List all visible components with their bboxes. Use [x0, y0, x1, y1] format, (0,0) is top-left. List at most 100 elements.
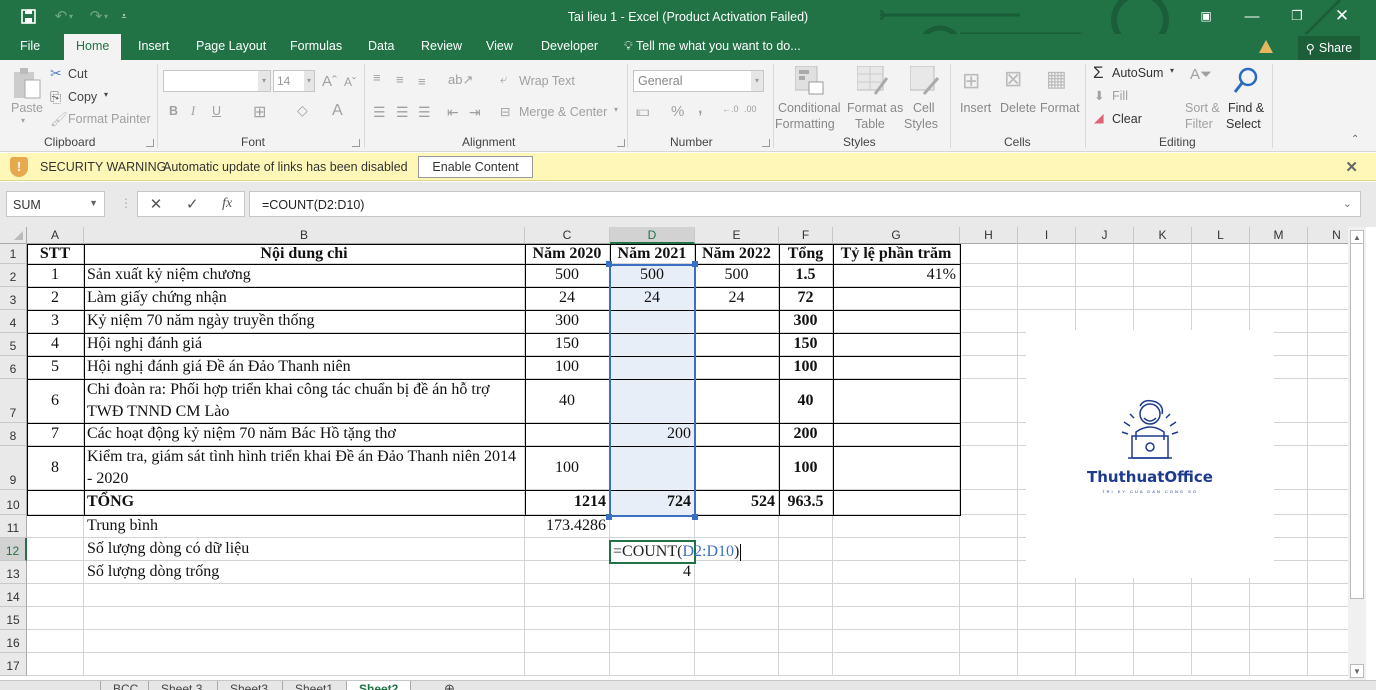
table-cell-y2020[interactable]: 100 — [525, 446, 610, 490]
grid-cell[interactable] — [27, 490, 84, 515]
table-cell-pct[interactable] — [833, 379, 960, 423]
column-header-h[interactable]: H — [960, 227, 1018, 244]
grid-cell[interactable] — [525, 538, 610, 561]
grid-cell[interactable] — [833, 515, 960, 538]
table-cell-total[interactable]: 100 — [779, 446, 833, 490]
table-cell-pct[interactable] — [833, 356, 960, 379]
grid-cell[interactable] — [1192, 244, 1250, 264]
table-header-cell[interactable]: Năm 2022 — [695, 244, 779, 264]
grid-cell[interactable] — [1308, 379, 1348, 423]
table-cell-stt[interactable]: 3 — [27, 310, 84, 333]
grid-cell[interactable] — [27, 607, 84, 630]
grid-cell[interactable] — [1076, 607, 1134, 630]
table-cell-stt[interactable]: 8 — [27, 446, 84, 490]
grid-cell[interactable] — [779, 515, 833, 538]
table-cell-total[interactable]: 300 — [779, 310, 833, 333]
tab-data[interactable]: Data — [366, 34, 396, 60]
table-header-cell[interactable]: Tổng — [779, 244, 833, 264]
table-cell-total[interactable]: 72 — [779, 287, 833, 310]
table-cell-y2020[interactable]: 150 — [525, 333, 610, 356]
grid-cell[interactable] — [960, 490, 1018, 515]
grid-cell[interactable] — [525, 584, 610, 607]
selection-handle[interactable] — [606, 261, 612, 267]
table-cell-content[interactable]: Làm giấy chứng nhận — [84, 287, 525, 310]
table-cell-y2021[interactable]: 500 — [610, 264, 695, 287]
grid-cell[interactable] — [1076, 630, 1134, 653]
grid-cell[interactable] — [1192, 584, 1250, 607]
grid-cell[interactable] — [695, 515, 779, 538]
table-cell-total[interactable]: 100 — [779, 356, 833, 379]
table-cell-stt[interactable]: 6 — [27, 379, 84, 423]
grid-cell[interactable] — [1308, 446, 1348, 490]
tab-formulas[interactable]: Formulas — [288, 34, 344, 60]
row-header-17[interactable]: 17 — [0, 653, 27, 676]
grid-cell[interactable] — [695, 607, 779, 630]
table-cell-y2022[interactable] — [695, 379, 779, 423]
grid-cell[interactable] — [833, 584, 960, 607]
table-cell-pct[interactable]: 41% — [833, 264, 960, 287]
number-format-select[interactable]: General ▾ — [633, 70, 764, 92]
tab-developer[interactable]: Developer — [539, 34, 600, 60]
italic-button[interactable]: I — [191, 104, 195, 119]
grid-cell[interactable] — [1018, 653, 1076, 676]
grid-cell[interactable] — [1308, 264, 1348, 287]
table-cell-y2020[interactable] — [525, 423, 610, 446]
grid-cell[interactable] — [960, 653, 1018, 676]
grid-cell[interactable] — [833, 653, 960, 676]
total-row-label[interactable]: TỔNG — [84, 490, 525, 515]
sheet-tab-sheet-3[interactable]: Sheet 3 — [148, 681, 214, 690]
grid-cell[interactable] — [610, 607, 695, 630]
grid-cell[interactable] — [695, 561, 779, 584]
grid-cell[interactable] — [960, 515, 1018, 538]
grid-cell[interactable] — [1250, 244, 1308, 264]
grid-cell[interactable] — [610, 515, 695, 538]
grid-cell[interactable] — [1192, 607, 1250, 630]
grid-cell[interactable] — [1308, 630, 1348, 653]
table-header-cell[interactable]: Tỷ lệ phần trăm — [833, 244, 960, 264]
decrease-indent-icon[interactable]: ⇤ — [447, 104, 459, 121]
grid-cell[interactable] — [610, 653, 695, 676]
table-header-cell[interactable]: Nội dung chi — [84, 244, 525, 264]
column-header-k[interactable]: K — [1134, 227, 1192, 244]
row-header-10[interactable]: 10 — [0, 490, 27, 515]
table-cell-y2021[interactable] — [610, 333, 695, 356]
column-header-j[interactable]: J — [1076, 227, 1134, 244]
grid-cell[interactable] — [1308, 310, 1348, 333]
grid-cell[interactable] — [833, 490, 960, 515]
orientation-icon[interactable]: ab↗ — [448, 72, 473, 88]
table-cell-y2021[interactable] — [610, 310, 695, 333]
grid-cell[interactable] — [960, 446, 1018, 490]
row-header-3[interactable]: 3 — [0, 287, 27, 310]
increase-font-icon[interactable]: Aˆ — [322, 73, 337, 90]
grid-cell[interactable] — [833, 538, 960, 561]
table-cell-y2022[interactable] — [695, 333, 779, 356]
table-cell-content[interactable]: Hội nghị đánh giá Đề án Đảo Thanh niên — [84, 356, 525, 379]
table-cell-pct[interactable] — [833, 287, 960, 310]
grid-cell[interactable] — [1308, 515, 1348, 538]
grid-cell[interactable] — [84, 653, 525, 676]
column-header-i[interactable]: I — [1018, 227, 1076, 244]
grid-cell[interactable] — [1018, 630, 1076, 653]
grid-cell[interactable] — [27, 653, 84, 676]
column-header-a[interactable]: A — [27, 227, 84, 244]
table-cell-total[interactable]: 1.5 — [779, 264, 833, 287]
grid-cell[interactable] — [1134, 653, 1192, 676]
scroll-up-icon[interactable]: ▲ — [1350, 230, 1364, 244]
grid-cell[interactable] — [525, 607, 610, 630]
top-align-icon[interactable]: ≡ — [373, 70, 381, 85]
tab-view[interactable]: View — [484, 34, 515, 60]
grid-cell[interactable] — [1018, 244, 1076, 264]
grid-cell[interactable] — [1076, 244, 1134, 264]
comma-button[interactable]: , — [698, 100, 702, 118]
font-color-button[interactable]: A — [332, 102, 343, 120]
grid-cell[interactable] — [1308, 561, 1348, 584]
grid-cell[interactable] — [1076, 653, 1134, 676]
middle-align-icon[interactable]: ≡ — [396, 72, 404, 87]
tab-page-layout[interactable]: Page Layout — [194, 34, 268, 60]
grid-cell[interactable] — [1250, 607, 1308, 630]
warning-icon[interactable] — [1259, 40, 1273, 53]
grid-cell[interactable] — [1250, 653, 1308, 676]
table-cell-content[interactable]: Hội nghị đánh giá — [84, 333, 525, 356]
underline-button[interactable]: U — [212, 104, 221, 118]
grid-cell[interactable] — [833, 561, 960, 584]
